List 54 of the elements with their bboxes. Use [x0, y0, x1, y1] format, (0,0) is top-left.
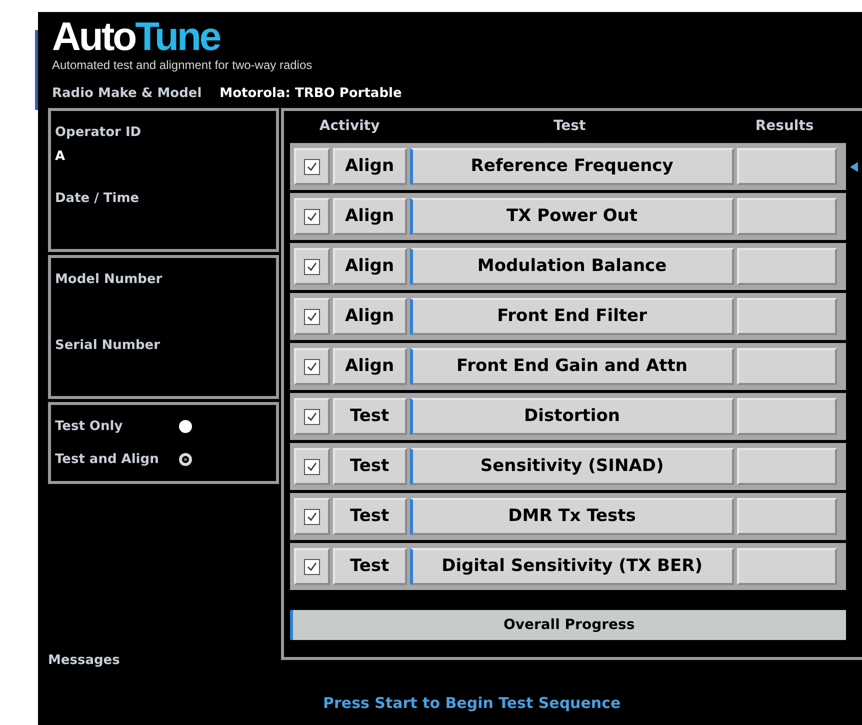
checkbox[interactable] [304, 308, 320, 324]
checkbox[interactable] [304, 408, 320, 424]
activity-label: Align [332, 348, 407, 385]
radio-label: Radio Make & Model [52, 86, 202, 102]
check-icon [306, 160, 318, 172]
test-name: Digital Sensitivity (TX BER) [410, 548, 734, 585]
check-icon [306, 360, 318, 372]
test-name: Sensitivity (SINAD) [410, 448, 734, 485]
test-name: TX Power Out [410, 198, 734, 235]
column-header: Activity [318, 116, 381, 136]
test-name: Modulation Balance [410, 248, 734, 285]
column-header: Results [754, 116, 815, 136]
checkbox[interactable] [304, 558, 320, 574]
field-label: Serial Number [55, 337, 160, 355]
check-icon [306, 410, 318, 422]
check-icon [306, 260, 318, 272]
option-label: Test and Align [55, 451, 160, 469]
column-header: Test [552, 116, 587, 136]
activity-label: Align [332, 148, 407, 185]
field-value: A [55, 148, 66, 166]
status-message: Press Start to Begin Test Sequence [323, 694, 621, 712]
autotune-logo: AutoTune [52, 16, 220, 58]
checkbox[interactable] [304, 508, 320, 524]
checkbox[interactable] [304, 358, 320, 374]
checkbox[interactable] [304, 458, 320, 474]
check-icon [306, 310, 318, 322]
field-label: Operator ID [55, 124, 142, 142]
tagline: Automated test and alignment for two-way radios [52, 58, 312, 72]
check-icon [306, 510, 318, 522]
activity-label: Align [332, 248, 407, 285]
test-name: Reference Frequency [410, 148, 734, 185]
checkbox[interactable] [304, 158, 320, 174]
check-icon [306, 560, 318, 572]
test-name: Front End Gain and Attn [410, 348, 734, 385]
radio-button[interactable] [179, 420, 192, 433]
activity-label: Test [332, 548, 407, 585]
checkbox[interactable] [304, 258, 320, 274]
activity-label: Align [332, 298, 407, 335]
radio-button[interactable] [179, 453, 192, 466]
option-label: Test Only [55, 418, 124, 436]
radio-value: Motorola: TRBO Portable [220, 86, 402, 102]
activity-label: Test [332, 498, 407, 535]
activity-label: Align [332, 198, 407, 235]
activity-label: Test [332, 398, 407, 435]
activity-label: Test [332, 448, 407, 485]
check-icon [306, 460, 318, 472]
test-name: Front End Filter [410, 298, 734, 335]
checkbox[interactable] [304, 208, 320, 224]
field-label: Date / Time [55, 190, 140, 208]
messages-label: Messages [48, 652, 120, 670]
field-label: Model Number [55, 271, 162, 289]
test-name: DMR Tx Tests [410, 498, 734, 535]
check-icon [306, 210, 318, 222]
test-name: Distortion [410, 398, 734, 435]
